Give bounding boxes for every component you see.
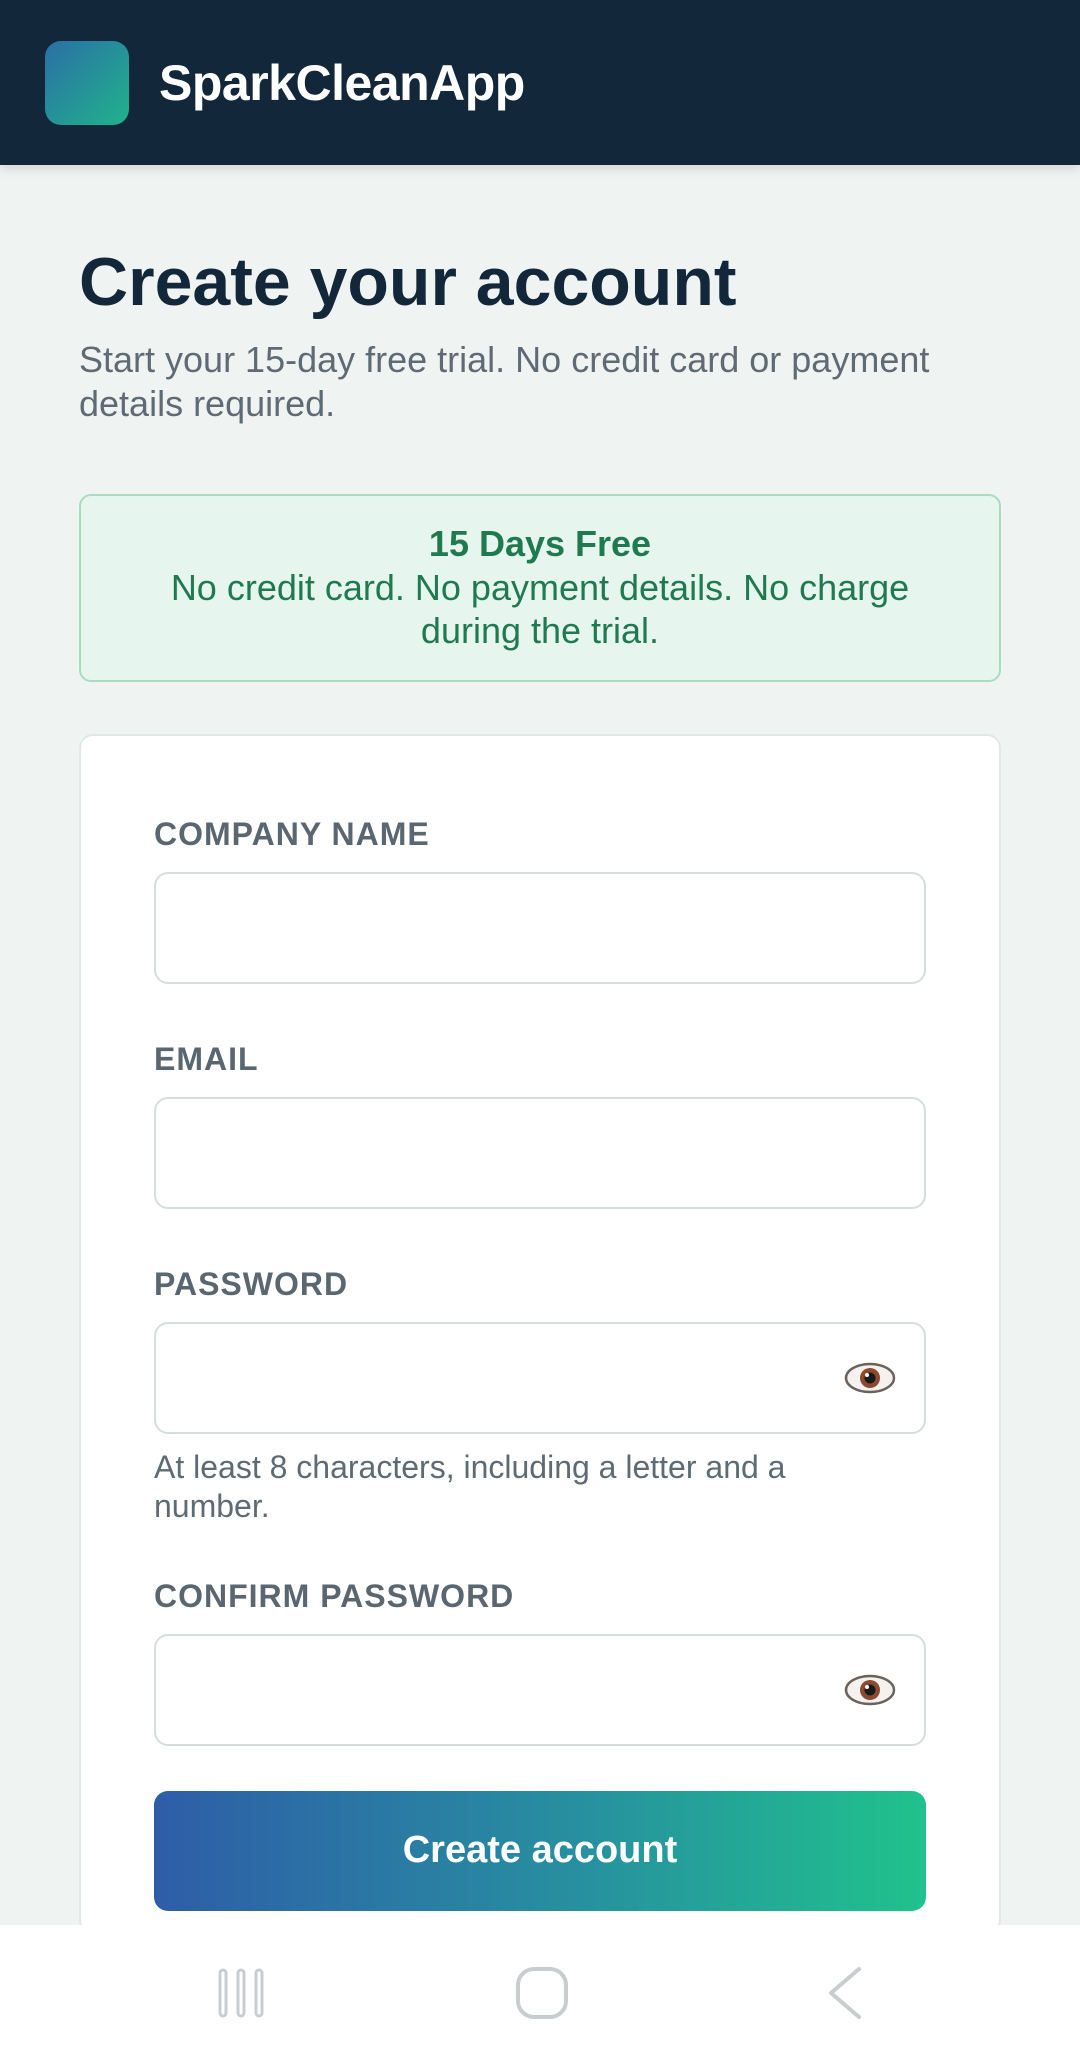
company-name-input[interactable] (156, 873, 924, 982)
home-icon[interactable] (500, 1925, 584, 2061)
main-content: Create your account Start your 15-day fr… (79, 165, 1001, 1934)
eye-icon[interactable] (844, 1352, 896, 1404)
password-hint: At least 8 characters, including a lette… (154, 1448, 786, 1524)
email-label: EMAIL (154, 1040, 259, 1077)
page-title: Create your account (79, 244, 737, 320)
system-nav-bar (0, 1925, 1080, 2061)
app-logo (45, 40, 129, 125)
password-field-wrapper (154, 1321, 926, 1434)
confirm-password-label: CONFIRM PASSWORD (154, 1577, 515, 1614)
recent-apps-icon[interactable] (200, 1925, 282, 2061)
back-icon[interactable] (810, 1925, 880, 2061)
signup-form: COMPANY NAME EMAIL PASSWORD At least 8 c… (79, 733, 1001, 1934)
eye-icon[interactable] (844, 1664, 896, 1716)
email-field-wrapper (154, 1096, 926, 1209)
confirm-password-input[interactable] (156, 1635, 924, 1744)
brand-name: SparkCleanApp (159, 54, 525, 111)
company-name-field-wrapper (154, 871, 926, 984)
page-subtitle: Start your 15-day free trial. No credit … (79, 338, 930, 424)
email-input[interactable] (156, 1098, 924, 1207)
trial-banner: 15 Days Free No credit card. No payment … (79, 493, 1001, 682)
trial-banner-title: 15 Days Free (428, 522, 652, 564)
trial-banner-text: No credit card. No payment details. No c… (170, 566, 910, 651)
password-input[interactable] (156, 1323, 924, 1432)
app-header: SparkCleanApp (0, 0, 1080, 165)
create-account-button[interactable]: Create account (154, 1790, 926, 1911)
confirm-password-field-wrapper (154, 1633, 926, 1746)
password-label: PASSWORD (154, 1265, 349, 1302)
company-name-label: COMPANY NAME (154, 815, 430, 852)
